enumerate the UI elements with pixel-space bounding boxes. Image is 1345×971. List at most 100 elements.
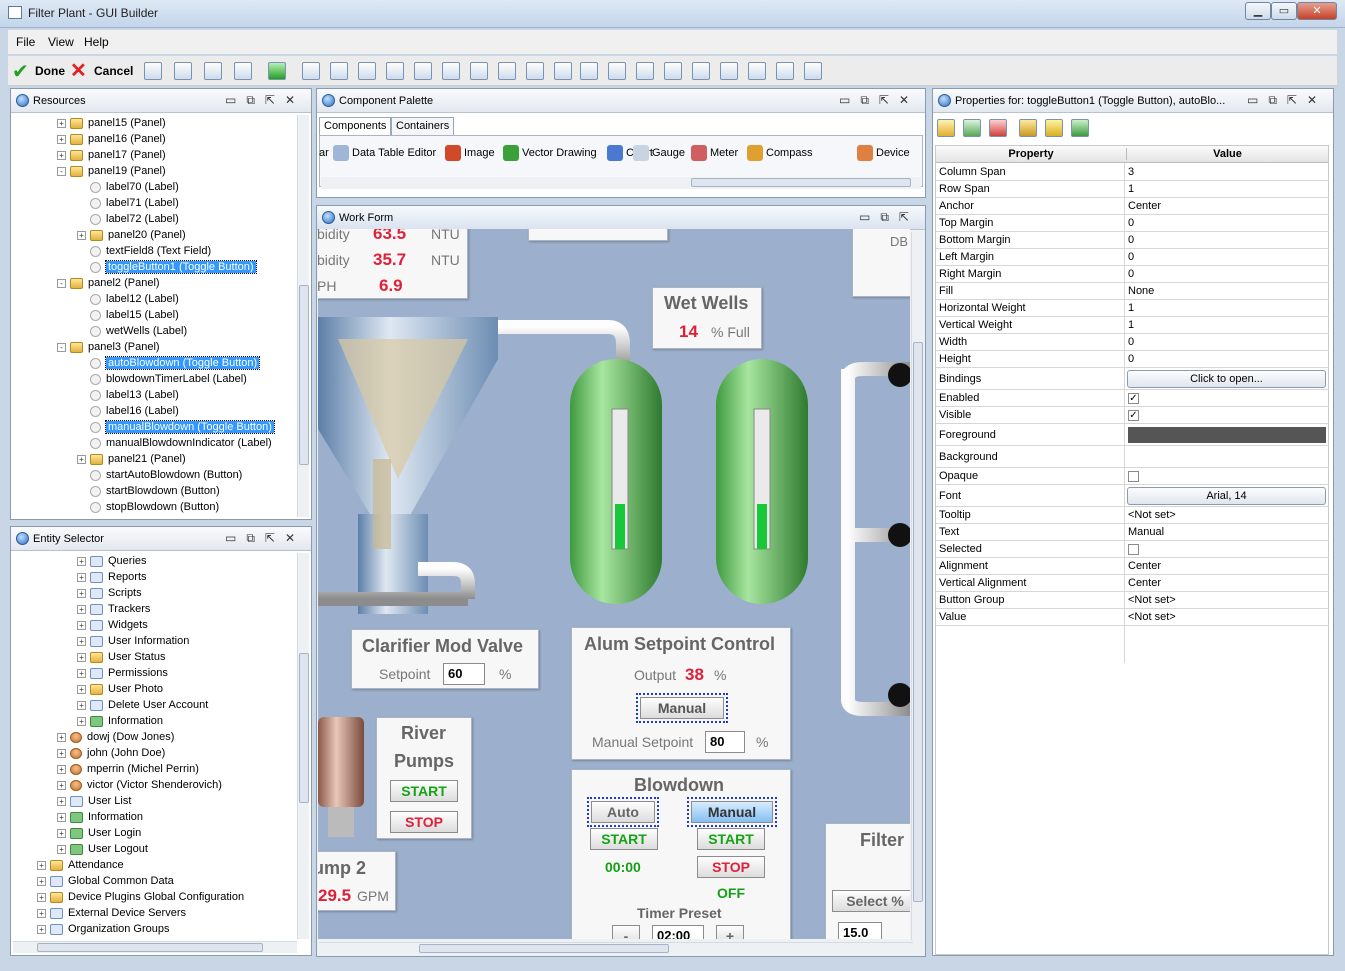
entity-item[interactable]: + User Photo	[77, 681, 163, 697]
expand-toggle-icon[interactable]: -	[57, 166, 66, 176]
menu-file[interactable]: File	[16, 35, 35, 49]
entity-item[interactable]: + User Login	[57, 825, 141, 841]
menu-help[interactable]: Help	[84, 35, 109, 49]
timer-decrement-button[interactable]: -	[612, 925, 640, 939]
property-row[interactable]: Height 0	[936, 351, 1329, 368]
expand-toggle-icon[interactable]: +	[77, 684, 86, 694]
resource-item[interactable]: + panel21 (Panel)	[77, 451, 186, 467]
resource-item[interactable]: wetWells (Label)	[77, 323, 187, 339]
toolbar-tool-1-icon[interactable]	[174, 62, 192, 80]
property-row[interactable]: Tooltip <Not set>	[936, 507, 1329, 524]
filter-value-input[interactable]: 15.0	[838, 922, 882, 939]
resource-item[interactable]: label72 (Label)	[77, 211, 179, 227]
expand-toggle-icon[interactable]: +	[57, 828, 66, 838]
alum-manual-toggle[interactable]: Manual	[636, 693, 728, 723]
expand-toggle-icon[interactable]: +	[37, 876, 46, 886]
entity-item[interactable]: + Device Plugins Global Configuration	[37, 889, 244, 905]
property-value[interactable]: Center	[1128, 200, 1161, 212]
entity-item[interactable]: + Permissions	[77, 665, 168, 681]
resource-item[interactable]: - panel19 (Panel)	[57, 163, 166, 179]
palette-item[interactable]: Image	[445, 143, 495, 163]
entity-item[interactable]: + Trackers	[77, 601, 150, 617]
expand-toggle-icon[interactable]: +	[57, 732, 66, 742]
expand-toggle-icon[interactable]: +	[57, 780, 66, 790]
panel-window-buttons[interactable]: ▭⧉⇱✕	[839, 93, 919, 108]
work-form-hscrollbar[interactable]	[319, 942, 913, 954]
maximize-button[interactable]: ▭	[1271, 2, 1297, 20]
property-value[interactable]: None	[1128, 285, 1154, 297]
resource-item[interactable]: manualBlowdown (Toggle Button)	[77, 419, 275, 435]
resource-item[interactable]: startBlowdown (Button)	[77, 483, 220, 499]
expand-toggle-icon[interactable]: +	[77, 700, 86, 710]
resource-item[interactable]: - panel2 (Panel)	[57, 275, 160, 291]
palette-item[interactable]: Device	[857, 143, 910, 163]
entity-item[interactable]: + Reports	[77, 569, 147, 585]
entity-item[interactable]: + Information	[57, 809, 143, 825]
palette-item[interactable]: ar	[319, 143, 329, 163]
panel-window-buttons[interactable]: ▭⧉⇱✕	[1247, 93, 1327, 108]
expand-toggle-icon[interactable]: +	[77, 588, 86, 598]
color-swatch[interactable]	[1128, 427, 1326, 443]
entity-item[interactable]: + External Device Servers	[37, 905, 186, 921]
resource-item[interactable]: label15 (Label)	[77, 307, 179, 323]
resource-item[interactable]: textField8 (Text Field)	[77, 243, 211, 259]
property-row[interactable]: Text Manual	[936, 524, 1329, 541]
resource-item[interactable]: startAutoBlowdown (Button)	[77, 467, 242, 483]
property-value-button[interactable]: Click to open...	[1127, 370, 1326, 388]
entity-item[interactable]: + Queries	[77, 553, 147, 569]
entity-hscrollbar[interactable]	[13, 941, 297, 953]
entity-item[interactable]: + dowj (Dow Jones)	[57, 729, 174, 745]
palette-item[interactable]: Vector Drawing	[503, 143, 597, 163]
palette-hscrollbar[interactable]	[321, 177, 921, 189]
river-stop-button[interactable]: STOP	[390, 811, 458, 833]
palette-item[interactable]: Data Table Editor	[333, 143, 436, 163]
expand-toggle-icon[interactable]: +	[77, 668, 86, 678]
expand-toggle-icon[interactable]: +	[57, 812, 66, 822]
expand-toggle-icon[interactable]: +	[77, 716, 86, 726]
toolbar-tool-10-icon[interactable]	[442, 62, 460, 80]
tab-containers[interactable]: Containers	[391, 117, 455, 135]
property-checkbox[interactable]: ✓	[1128, 393, 1139, 404]
property-row[interactable]: Value <Not set>	[936, 609, 1329, 626]
expand-toggle-icon[interactable]: +	[57, 844, 66, 854]
property-value-button[interactable]: Arial, 14	[1127, 487, 1326, 505]
property-value[interactable]: <Not set>	[1128, 509, 1176, 521]
toolbar-tool-19-icon[interactable]	[692, 62, 710, 80]
property-row[interactable]: Horizontal Weight 1	[936, 300, 1329, 317]
toolbar-tool-22-icon[interactable]	[776, 62, 794, 80]
toolbar-tool-2-icon[interactable]	[204, 62, 222, 80]
entity-item[interactable]: + mperrin (Michel Perrin)	[57, 761, 199, 777]
property-value[interactable]: 0	[1128, 336, 1134, 348]
property-row[interactable]: Left Margin 0	[936, 249, 1329, 266]
entity-scrollbar[interactable]	[297, 553, 309, 939]
property-row[interactable]: Alignment Center	[936, 558, 1329, 575]
property-row[interactable]: Bottom Margin 0	[936, 232, 1329, 249]
toolbar-tool-18-icon[interactable]	[664, 62, 682, 80]
close-window-button[interactable]: ✕	[1297, 2, 1337, 20]
resource-item[interactable]: + panel17 (Panel)	[57, 147, 166, 163]
lock-icon[interactable]	[1019, 119, 1037, 137]
property-row[interactable]: Column Span 3	[936, 164, 1329, 181]
menu-view[interactable]: View	[48, 35, 74, 49]
expand-toggle-icon[interactable]: +	[57, 150, 66, 160]
expand-toggle-icon[interactable]: +	[37, 924, 46, 934]
panel-window-buttons[interactable]: ▭⧉⇱	[859, 210, 919, 225]
resource-item[interactable]: + panel16 (Panel)	[57, 131, 166, 147]
resource-item[interactable]: + panel15 (Panel)	[57, 115, 166, 131]
property-checkbox[interactable]	[1128, 544, 1139, 555]
toolbar-tool-6-icon[interactable]	[330, 62, 348, 80]
tab-components[interactable]: Components	[319, 117, 392, 135]
property-row[interactable]: Vertical Weight 1	[936, 317, 1329, 334]
blowdown-manual-start-button[interactable]: START	[697, 828, 765, 850]
resource-item[interactable]: label16 (Label)	[77, 403, 179, 419]
toolbar-tool-12-icon[interactable]	[498, 62, 516, 80]
cancel-button[interactable]: Cancel	[94, 64, 133, 78]
resource-item[interactable]: toggleButton1 (Toggle Button)	[77, 259, 257, 275]
resources-scrollbar[interactable]	[297, 115, 309, 517]
property-value[interactable]: 1	[1128, 302, 1134, 314]
resource-item[interactable]: stopBlowdown (Button)	[77, 499, 219, 515]
align-left-icon[interactable]	[937, 119, 955, 137]
panel-window-buttons[interactable]: ▭⧉⇱✕	[225, 93, 305, 108]
entity-item[interactable]: + Attendance	[37, 857, 124, 873]
resource-item[interactable]: label12 (Label)	[77, 291, 179, 307]
